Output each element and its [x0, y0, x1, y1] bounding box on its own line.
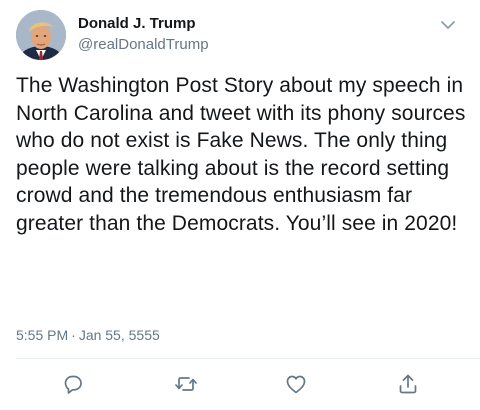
reply-icon [64, 375, 82, 394]
tweet-date: Jan 55, 5555 [78, 327, 160, 343]
tweet-text: The Washington Post Story about my speec… [16, 74, 466, 235]
like-button[interactable] [284, 372, 308, 396]
share-button[interactable] [396, 372, 420, 396]
tweet-actions [0, 366, 480, 402]
author-names[interactable]: Donald J. Trump @realDonaldTrump [78, 15, 209, 55]
user-handle[interactable]: @realDonaldTrump [78, 35, 209, 55]
retweet-icon [175, 377, 197, 391]
divider [16, 358, 480, 359]
timestamp-separator: · [71, 327, 76, 343]
retweet-button[interactable] [174, 372, 198, 396]
display-name[interactable]: Donald J. Trump [78, 15, 209, 33]
tweet-time: 5:55 PM [16, 327, 69, 343]
share-icon [399, 374, 417, 394]
reply-button[interactable] [61, 372, 85, 396]
tweet-card: Donald J. Trump @realDonaldTrump The Was… [0, 0, 480, 410]
profile-photo-icon [16, 10, 66, 60]
tweet-timestamp[interactable]: 5:55 PM · Jan 55, 5555 [16, 326, 160, 344]
avatar[interactable] [16, 10, 66, 60]
heart-icon [286, 375, 306, 394]
more-options-chevron-down-icon[interactable] [440, 18, 456, 30]
